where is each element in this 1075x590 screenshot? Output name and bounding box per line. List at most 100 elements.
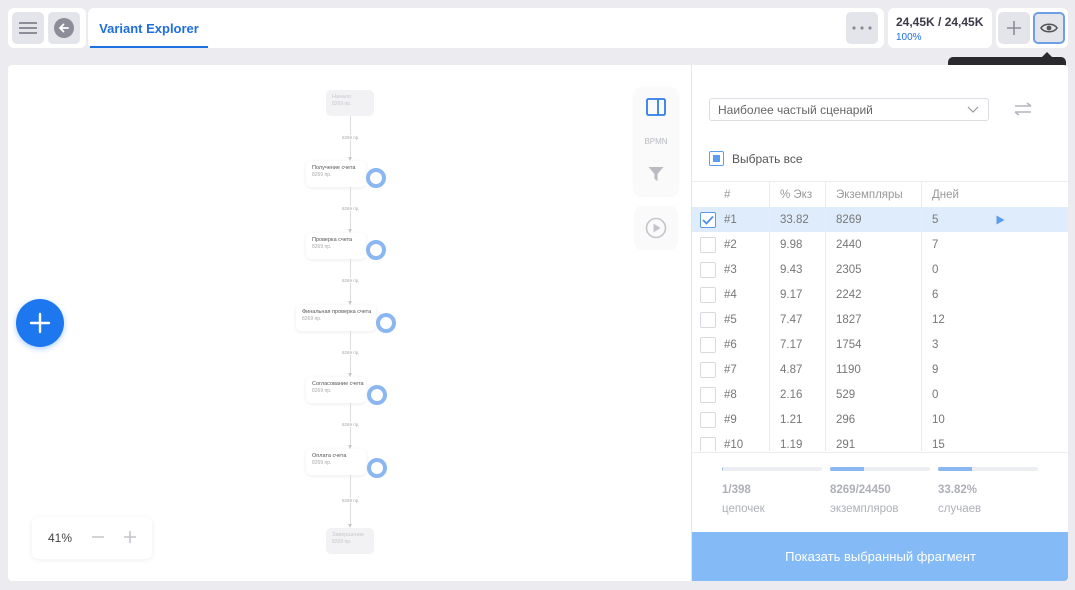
row-checkbox[interactable] bbox=[700, 336, 716, 353]
node-activity-ring[interactable] bbox=[376, 313, 396, 333]
back-button[interactable] bbox=[48, 12, 80, 44]
row-days: 6 bbox=[921, 282, 981, 307]
edge-label: 8269 пр. bbox=[341, 278, 361, 283]
row-checkbox[interactable] bbox=[700, 286, 716, 303]
row-checkbox-cell bbox=[700, 307, 716, 332]
select-all-checkbox[interactable]: Выбрать все bbox=[709, 151, 803, 166]
table-row[interactable]: #10 1.19 291 15 bbox=[692, 432, 1068, 451]
row-number: #6 bbox=[724, 338, 737, 351]
arrow-left-icon bbox=[54, 18, 74, 38]
sort-select[interactable]: Наиболее частый сценарий bbox=[709, 98, 989, 121]
stat-instances: 8269/24450 экземпляров bbox=[830, 467, 930, 515]
row-percent: 7.17 bbox=[769, 332, 825, 357]
stat-chains-label: цепочек bbox=[722, 503, 765, 515]
zoom-level: 41% bbox=[48, 531, 73, 545]
process-node[interactable]: Финальная проверка счета 8269 пр. bbox=[296, 305, 376, 331]
process-node-count: 8269 пр. bbox=[312, 388, 332, 394]
row-checkbox[interactable] bbox=[700, 436, 716, 451]
row-percent: 9.98 bbox=[769, 232, 825, 257]
zoom-control: 41% bbox=[32, 517, 152, 559]
instances-count: 24,45K / 24,45K bbox=[896, 15, 984, 29]
process-node[interactable]: Оплата счета 8269 пр. bbox=[306, 449, 366, 475]
filter-button[interactable] bbox=[634, 159, 678, 189]
row-instances: 2242 bbox=[825, 282, 921, 307]
zoom-out-button[interactable] bbox=[90, 529, 106, 545]
table-row[interactable]: #6 7.17 1754 3 bbox=[692, 332, 1068, 357]
process-node-title: Начало bbox=[332, 94, 352, 100]
tab-variant-explorer[interactable]: Variant Explorer bbox=[90, 8, 208, 48]
row-checkbox[interactable] bbox=[700, 311, 716, 328]
add-button[interactable] bbox=[998, 12, 1030, 44]
bpmn-button[interactable]: BPMN bbox=[634, 129, 678, 153]
add-fab-button[interactable] bbox=[16, 299, 64, 347]
table-row[interactable]: #8 2.16 529 0 bbox=[692, 382, 1068, 407]
process-node-count: 8269 пр. bbox=[312, 172, 332, 178]
row-play-button[interactable] bbox=[996, 207, 1008, 232]
node-activity-ring[interactable] bbox=[366, 240, 386, 260]
row-number: #5 bbox=[724, 313, 737, 326]
process-node[interactable]: Получение счета 8269 пр. bbox=[306, 161, 366, 187]
column-header-days: Дней bbox=[921, 182, 981, 207]
stat-instances-bar bbox=[830, 467, 864, 471]
row-number: #10 bbox=[724, 438, 744, 451]
row-percent: 2.16 bbox=[769, 382, 825, 407]
node-activity-ring[interactable] bbox=[366, 168, 386, 188]
row-days: 9 bbox=[921, 357, 981, 382]
swap-order-button[interactable] bbox=[1010, 98, 1036, 120]
row-checkbox[interactable] bbox=[700, 411, 716, 428]
action-buttons-group bbox=[996, 8, 1068, 48]
row-number: #1 bbox=[724, 213, 737, 226]
process-node[interactable]: Согласование счета 8269 пр. bbox=[306, 377, 366, 403]
row-instances: 2440 bbox=[825, 232, 921, 257]
plus-icon bbox=[1007, 21, 1021, 35]
process-node[interactable]: Завершение 8269 пр. bbox=[326, 528, 374, 554]
row-checkbox[interactable] bbox=[700, 211, 716, 228]
row-instances: 529 bbox=[825, 382, 921, 407]
view-mode-button[interactable] bbox=[1033, 12, 1065, 44]
row-checkbox[interactable] bbox=[700, 361, 716, 378]
row-number: #2 bbox=[724, 238, 737, 251]
column-header-number: # bbox=[724, 188, 731, 201]
row-checkbox[interactable] bbox=[700, 386, 716, 403]
row-checkbox-cell bbox=[700, 357, 716, 382]
node-activity-ring[interactable] bbox=[367, 458, 387, 478]
row-checkbox-cell bbox=[700, 232, 716, 257]
process-node-title: Получение счета bbox=[312, 165, 356, 171]
table-row[interactable]: #1 33.82 8269 5 bbox=[692, 207, 1068, 232]
row-days: 7 bbox=[921, 232, 981, 257]
animation-play-button[interactable] bbox=[634, 206, 678, 250]
process-node[interactable]: Проверка счета 8269 пр. bbox=[306, 233, 366, 259]
table-row[interactable]: #5 7.47 1827 12 bbox=[692, 307, 1068, 332]
show-fragment-button[interactable]: Показать выбранный фрагмент bbox=[692, 532, 1068, 581]
plus-icon bbox=[29, 312, 51, 334]
edge-label: 8269 пр. bbox=[341, 206, 361, 211]
row-instances: 1827 bbox=[825, 307, 921, 332]
row-number: #8 bbox=[724, 388, 737, 401]
select-all-box[interactable] bbox=[709, 151, 724, 166]
panel-toggle-button[interactable] bbox=[634, 91, 678, 123]
row-checkbox[interactable] bbox=[700, 236, 716, 253]
row-checkbox[interactable] bbox=[700, 261, 716, 278]
process-node[interactable]: Начало 8269 пр. bbox=[326, 90, 374, 116]
table-row[interactable]: #7 4.87 1190 9 bbox=[692, 357, 1068, 382]
row-instances: 296 bbox=[825, 407, 921, 432]
table-row[interactable]: #3 9.43 2305 0 bbox=[692, 257, 1068, 282]
stat-instances-label: экземпляров bbox=[830, 503, 899, 515]
table-row[interactable]: #2 9.98 2440 7 bbox=[692, 232, 1068, 257]
table-header: # % Экз Экземпляры Дней bbox=[692, 182, 1068, 207]
more-button[interactable] bbox=[846, 12, 878, 44]
zoom-in-button[interactable] bbox=[122, 529, 138, 545]
menu-button[interactable] bbox=[12, 12, 44, 44]
table-row[interactable]: #9 1.21 296 10 bbox=[692, 407, 1068, 432]
process-node-title: Оплата счета bbox=[312, 453, 347, 459]
table-row[interactable]: #4 9.17 2242 6 bbox=[692, 282, 1068, 307]
row-percent: 9.43 bbox=[769, 257, 825, 282]
row-number: #9 bbox=[724, 413, 737, 426]
row-checkbox-cell bbox=[700, 257, 716, 282]
edge-label: 8269 пр. bbox=[341, 134, 361, 140]
instances-counter: 24,45K / 24,45K 100% bbox=[888, 8, 992, 48]
play-icon bbox=[996, 215, 1005, 224]
node-activity-ring[interactable] bbox=[367, 385, 387, 405]
edge-label: 8269 пр. bbox=[341, 422, 361, 427]
process-canvas[interactable]: Начало 8269 пр. 8269 пр. Получение счета 826… bbox=[8, 65, 691, 581]
